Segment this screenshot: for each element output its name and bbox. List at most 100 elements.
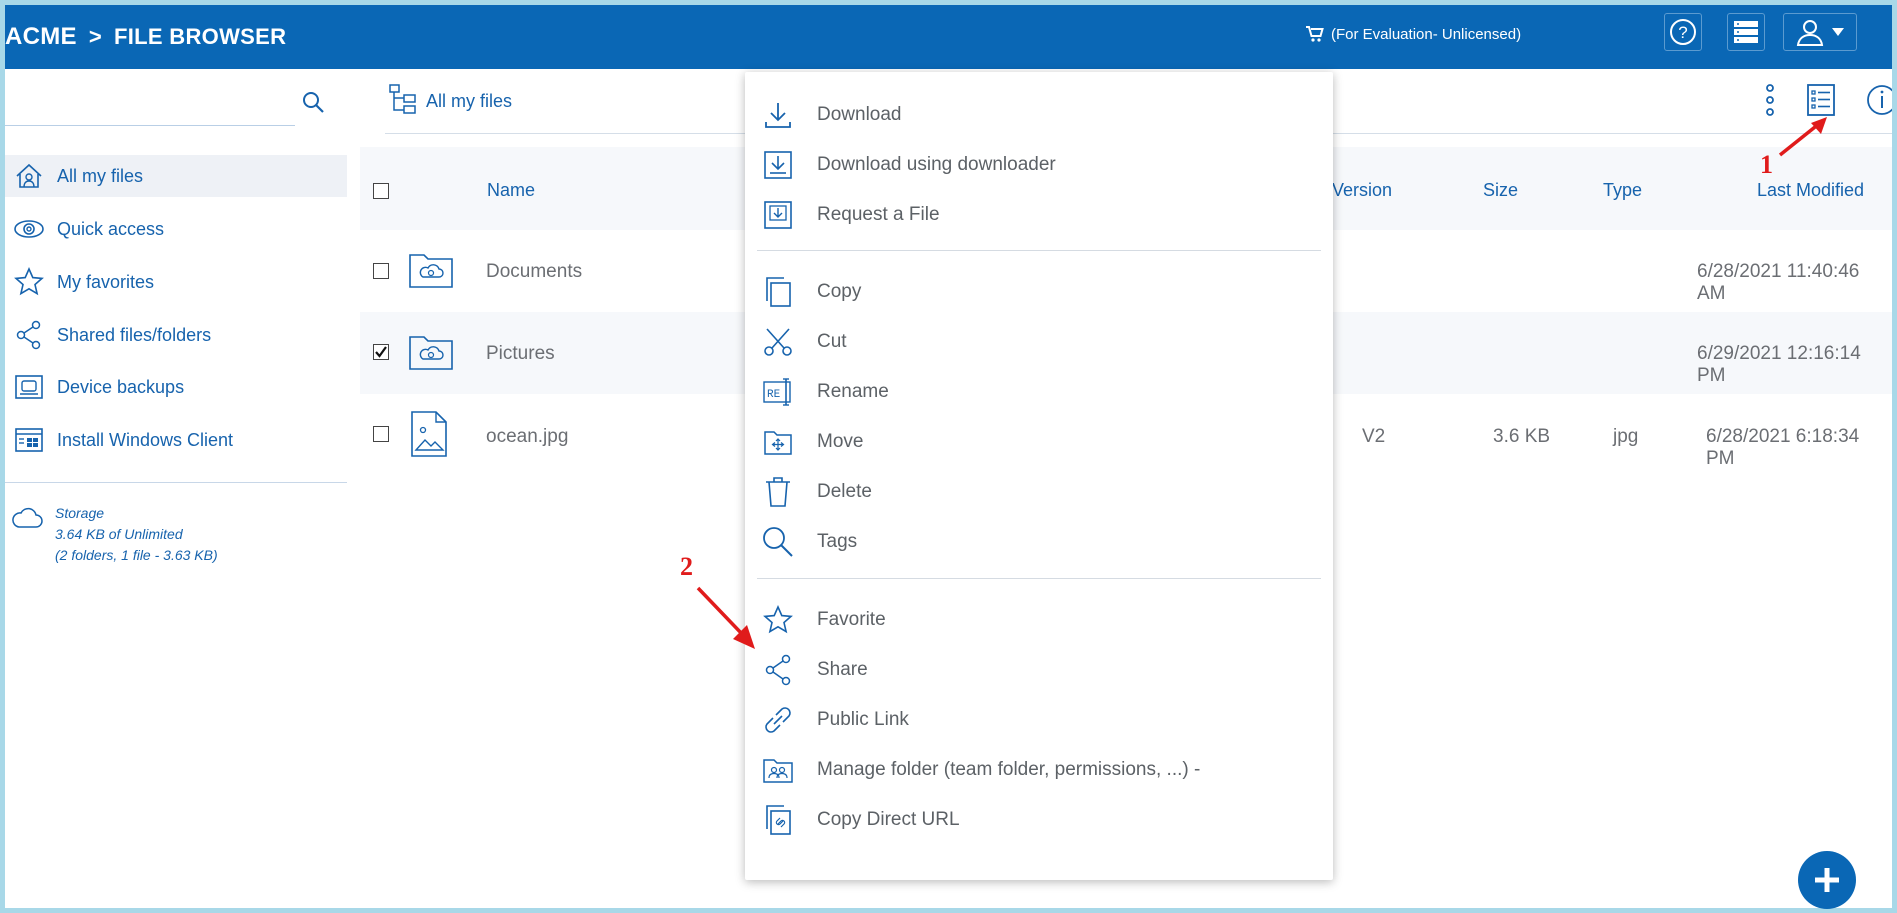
- sidebar-item-label: Install Windows Client: [57, 429, 234, 450]
- license-notice[interactable]: (For Evaluation- Unlicensed): [1305, 25, 1521, 43]
- sidebar-divider: [5, 482, 347, 483]
- menu-item-label: Download: [817, 104, 902, 125]
- annotation-marker-1: 1: [1760, 150, 1773, 179]
- storage-title: Storage: [55, 505, 105, 521]
- sidebar-item-label: Shared files/folders: [57, 324, 212, 345]
- sidebar-item-label: All my files: [57, 165, 144, 186]
- annotation-arrow-2: [696, 586, 755, 649]
- sidebar-item-device-backups[interactable]: Device backups: [5, 366, 347, 408]
- column-name[interactable]: Name: [487, 180, 535, 201]
- sidebar-item-install-windows-client[interactable]: Install Windows Client: [5, 419, 347, 461]
- row-checkbox-checked[interactable]: [373, 344, 389, 360]
- menu-item-label: Download using downloader: [817, 154, 1056, 175]
- sidebar-item-label: Device backups: [57, 376, 185, 397]
- row-name[interactable]: Documents: [486, 261, 582, 283]
- menu-item-label: Request a File: [817, 204, 940, 225]
- row-size: 3.6 KB: [1493, 426, 1551, 447]
- menu-item-label: Share: [817, 659, 868, 680]
- storage-details: (2 folders, 1 file - 3.63 KB): [55, 547, 218, 563]
- menu-item-rename[interactable]: RE Rename: [761, 372, 1321, 412]
- sidebar-item-label: My favorites: [57, 271, 155, 292]
- search-icon[interactable]: [301, 90, 325, 119]
- sidebar-item-shared[interactable]: Shared files/folders: [5, 314, 347, 356]
- svg-text:RE: RE: [767, 389, 781, 401]
- menu-item-favorite[interactable]: Favorite: [761, 600, 1321, 640]
- user-icon: [1796, 20, 1824, 46]
- menu-item-label: Manage folder (team folder, permissions,…: [817, 759, 1201, 780]
- row-name[interactable]: ocean.jpg: [486, 426, 568, 448]
- menu-item-label: Cut: [817, 331, 847, 352]
- row-modified: 6/29/2021 12:16:14 PM: [1697, 343, 1861, 386]
- svg-text:?: ?: [1678, 23, 1687, 42]
- menu-item-download-using-downloader[interactable]: Download using downloader: [761, 145, 1321, 185]
- breadcrumb-separator: >: [88, 24, 103, 49]
- menu-item-delete[interactable]: Delete: [761, 472, 1321, 512]
- breadcrumb-label: All my files: [426, 91, 513, 111]
- copy-icon: [761, 276, 795, 308]
- cloud-icon: [11, 507, 43, 566]
- menu-item-label: Copy: [817, 281, 862, 302]
- menu-item-download[interactable]: Download: [761, 95, 1321, 135]
- context-menu: Download Download using downloader Reque…: [745, 72, 1333, 880]
- share-icon: [7, 320, 51, 350]
- folder-tree-icon: [388, 83, 418, 120]
- sidebar-item-all-my-files[interactable]: All my files: [5, 155, 347, 197]
- user-menu-button[interactable]: [1783, 13, 1857, 51]
- server-menu-button[interactable]: [1727, 13, 1765, 51]
- menu-item-tags[interactable]: Tags: [761, 522, 1321, 562]
- menu-item-label: Move: [817, 431, 864, 452]
- column-last-modified[interactable]: Last Modified: [1757, 180, 1864, 201]
- manage-folder-icon: [761, 756, 795, 784]
- menu-item-cut[interactable]: Cut: [761, 322, 1321, 362]
- breadcrumb[interactable]: All my files: [388, 83, 512, 120]
- sidebar-item-quick-access[interactable]: Quick access: [5, 208, 347, 250]
- menu-item-public-link[interactable]: Public Link: [761, 700, 1321, 740]
- move-icon: [761, 428, 795, 456]
- home-icon: [7, 162, 51, 190]
- row-checkbox[interactable]: [373, 426, 389, 442]
- menu-item-label: Tags: [817, 531, 858, 552]
- help-icon: ?: [1670, 19, 1696, 45]
- help-button[interactable]: ?: [1664, 13, 1702, 51]
- menu-item-label: Copy Direct URL: [817, 809, 960, 830]
- select-all-checkbox[interactable]: [373, 183, 389, 199]
- search-underline: [5, 125, 295, 126]
- image-file-icon: [410, 410, 448, 463]
- menu-item-manage-folder[interactable]: Manage folder (team folder, permissions,…: [761, 750, 1321, 790]
- menu-item-label: Rename: [817, 381, 889, 402]
- annotation-marker-2: 2: [680, 552, 693, 581]
- column-version[interactable]: Version: [1332, 180, 1392, 201]
- trash-icon: [761, 476, 795, 508]
- menu-item-label: Delete: [817, 481, 872, 502]
- magnifier-icon: [761, 526, 795, 558]
- device-backup-icon: [7, 374, 51, 400]
- column-type[interactable]: Type: [1603, 180, 1642, 201]
- info-icon[interactable]: [1865, 83, 1897, 122]
- menu-item-copy-direct-url[interactable]: Copy Direct URL: [761, 800, 1321, 840]
- sidebar: All my files Quick access My favorites S…: [5, 69, 350, 904]
- chevron-down-icon: [1832, 28, 1844, 36]
- add-new-button[interactable]: [1798, 851, 1856, 909]
- column-size[interactable]: Size: [1483, 180, 1518, 201]
- sidebar-item-my-favorites[interactable]: My favorites: [5, 261, 347, 303]
- row-modified: 6/28/2021 6:18:34 PM: [1706, 426, 1860, 469]
- plus-icon: [1815, 868, 1839, 892]
- request-file-icon: [761, 200, 795, 230]
- direct-url-icon: [761, 804, 795, 836]
- menu-item-share[interactable]: Share: [761, 650, 1321, 690]
- menu-item-copy[interactable]: Copy: [761, 272, 1321, 312]
- row-checkbox[interactable]: [373, 263, 389, 279]
- menu-item-move[interactable]: Move: [761, 422, 1321, 462]
- annotation-arrow-1: [1778, 117, 1827, 157]
- star-icon: [7, 267, 51, 297]
- menu-item-request-a-file[interactable]: Request a File: [761, 195, 1321, 235]
- row-name[interactable]: Pictures: [486, 343, 555, 365]
- row-modified: 6/28/2021 11:40:46 AM: [1697, 261, 1860, 304]
- folder-icon: [408, 331, 454, 376]
- brand-name[interactable]: ACME: [5, 23, 77, 50]
- search-input[interactable]: [5, 89, 295, 123]
- share-icon: [761, 654, 795, 686]
- row-type: jpg: [1613, 426, 1639, 447]
- link-icon: [761, 704, 795, 736]
- menu-separator: [757, 250, 1321, 251]
